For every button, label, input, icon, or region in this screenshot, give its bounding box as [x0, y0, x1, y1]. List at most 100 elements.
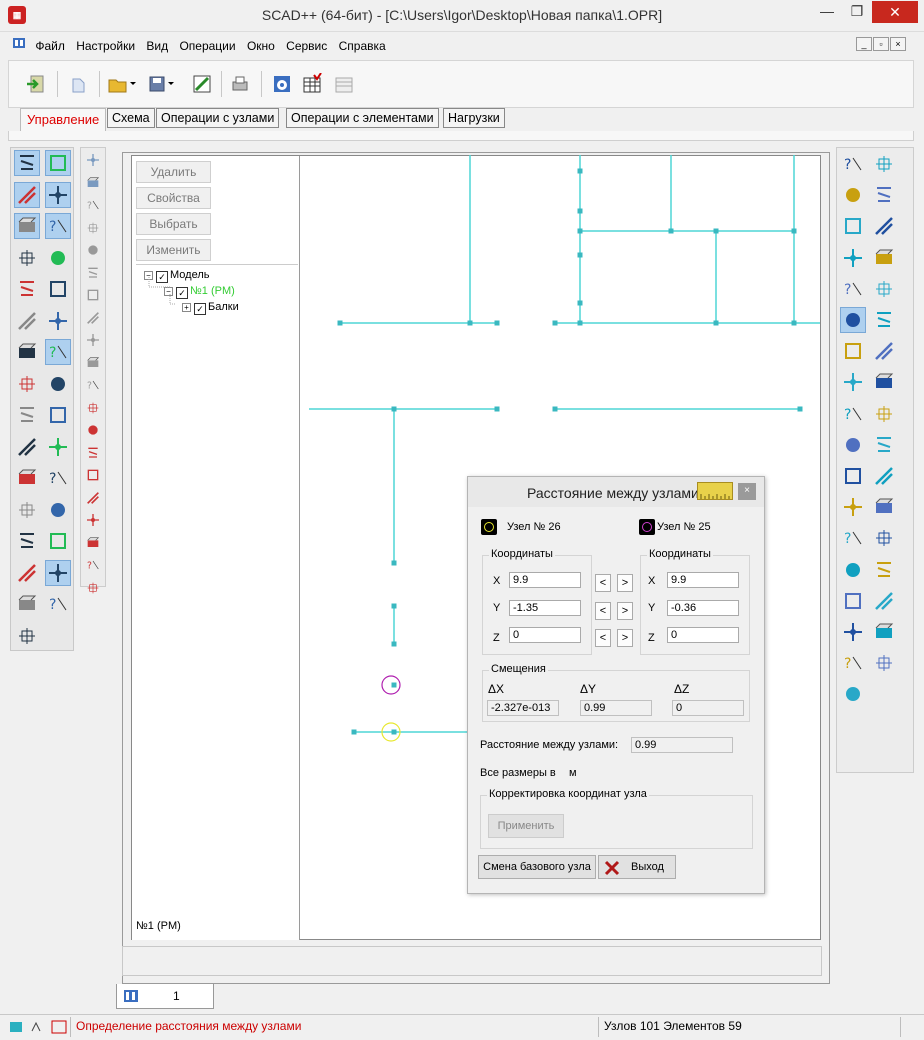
axis2-tool-icon[interactable]	[46, 372, 70, 396]
cube-cyan3-icon[interactable]	[872, 370, 896, 394]
tab-element-operations[interactable]: Операции с элементами	[286, 108, 439, 128]
rotate-z2-icon[interactable]	[872, 214, 896, 238]
node-marker[interactable]	[552, 406, 558, 412]
scissors-icon[interactable]	[872, 402, 896, 426]
joint-icon[interactable]	[85, 512, 101, 528]
printer-icon[interactable]	[841, 495, 865, 519]
copy-z-left-button[interactable]: <	[595, 629, 611, 647]
cube-4-icon[interactable]: ?	[85, 377, 101, 393]
tab-scheme[interactable]: Схема	[107, 108, 155, 128]
node-marker[interactable]	[391, 729, 397, 735]
tab-node-operations[interactable]: Операции с узлами	[156, 108, 280, 128]
node-off-icon[interactable]	[872, 464, 896, 488]
menu-icon[interactable]	[8, 34, 28, 55]
node-marker[interactable]	[577, 168, 583, 174]
node-marker[interactable]	[552, 320, 558, 326]
rotate-x3-icon[interactable]	[841, 246, 865, 270]
modify-button[interactable]: Изменить	[136, 239, 211, 261]
cube-cyan4-icon[interactable]: ?	[841, 402, 865, 426]
rotate-x2-icon[interactable]	[841, 214, 865, 238]
open-folder-icon[interactable]	[107, 73, 136, 95]
menu-window[interactable]: Окно	[243, 37, 279, 55]
node-geom-tool-icon[interactable]	[46, 309, 70, 333]
rotate-y-icon[interactable]	[872, 246, 896, 270]
node-marker[interactable]	[391, 603, 397, 609]
cursor-arrow-icon[interactable]: ?	[85, 197, 101, 213]
search-icon[interactable]	[841, 464, 865, 488]
scale-icon[interactable]: ?	[841, 651, 865, 675]
copy-z-right-button[interactable]: >	[617, 629, 633, 647]
status-icons[interactable]	[8, 1019, 72, 1035]
cube-1-icon[interactable]	[85, 310, 101, 326]
scissors-table-icon[interactable]	[841, 682, 865, 706]
menu-operations[interactable]: Операции	[175, 37, 239, 55]
color-map-tool-icon[interactable]	[15, 624, 39, 648]
node-marker[interactable]	[791, 320, 797, 326]
plane-1-icon[interactable]	[85, 220, 101, 236]
copy-x-left-button[interactable]: <	[595, 574, 611, 592]
dialog-close-button[interactable]: ×	[738, 483, 756, 500]
pointer-gray-icon[interactable]	[85, 152, 101, 168]
measure-tool-icon[interactable]	[45, 559, 71, 586]
copy-y-right-button[interactable]: >	[617, 602, 633, 620]
box-tool-icon[interactable]: ?	[46, 466, 70, 490]
plane-2-icon[interactable]	[85, 242, 101, 258]
menu-settings[interactable]: Настройки	[72, 37, 139, 55]
copy-tool-icon[interactable]	[15, 435, 39, 459]
erase-icon[interactable]	[85, 400, 101, 416]
grid3-tool-icon[interactable]: ?	[46, 592, 70, 616]
brush-tool-icon[interactable]	[15, 529, 39, 553]
node-marker[interactable]	[797, 406, 803, 412]
node2-z-field[interactable]: 0	[667, 627, 739, 643]
node-marker[interactable]	[494, 320, 500, 326]
frame-tool-icon[interactable]	[45, 181, 71, 208]
table-check-icon[interactable]	[301, 72, 323, 95]
grid-blue-icon[interactable]	[841, 589, 865, 613]
node1-z-field[interactable]: 0	[509, 627, 581, 643]
tab-loads[interactable]: Нагрузки	[443, 108, 505, 128]
node-marker[interactable]	[668, 228, 674, 234]
plate-tool-icon[interactable]	[14, 213, 40, 239]
frame-view-icon[interactable]	[872, 433, 896, 457]
view-grid-icon[interactable]	[841, 433, 865, 457]
shell-tool-icon[interactable]: ?	[45, 213, 71, 239]
tab-control[interactable]: Управление	[20, 108, 107, 132]
node-marker[interactable]	[713, 228, 719, 234]
rotate-z-icon[interactable]	[841, 183, 865, 207]
node-marker[interactable]	[494, 406, 500, 412]
save-icon[interactable]	[147, 73, 174, 95]
node1-x-field[interactable]: 9.9	[509, 572, 581, 588]
disc-icon[interactable]	[872, 526, 896, 550]
menu-file[interactable]: Файл	[31, 37, 69, 55]
new-file-icon[interactable]	[67, 73, 89, 95]
copy-x-right-button[interactable]: >	[617, 574, 633, 592]
exit-button[interactable]: Выход	[598, 855, 676, 879]
table-disabled-icon[interactable]	[333, 73, 355, 95]
mdi-restore-button[interactable]: ▫	[873, 37, 889, 51]
rotate-y2-icon[interactable]: ?	[841, 277, 865, 301]
node-marker[interactable]	[391, 406, 397, 412]
properties-button[interactable]: Свойства	[136, 187, 211, 209]
cube-cyan2-icon[interactable]	[841, 370, 865, 394]
axis-tool-icon[interactable]	[15, 372, 39, 396]
mdi-close-button[interactable]: ×	[890, 37, 906, 51]
grid2-tool-icon[interactable]	[15, 592, 39, 616]
cube-3-icon[interactable]	[85, 355, 101, 371]
view-top-icon[interactable]	[872, 308, 896, 332]
calc-settings-icon[interactable]	[271, 73, 293, 95]
view-front-icon[interactable]	[872, 277, 896, 301]
node-marker[interactable]	[577, 300, 583, 306]
dots-icon[interactable]	[85, 490, 101, 506]
grid-tool-icon[interactable]	[46, 403, 70, 427]
clipboard-icon[interactable]	[85, 175, 101, 191]
node-tool-icon[interactable]	[14, 150, 40, 176]
perspective-icon[interactable]	[872, 152, 896, 176]
node2-x-field[interactable]: 9.9	[667, 572, 739, 588]
table-tool-icon[interactable]	[15, 246, 39, 270]
palette-icon[interactable]: ?	[841, 526, 865, 550]
apply-button[interactable]: Применить	[488, 814, 564, 838]
restore-button[interactable]: ❐	[842, 0, 872, 24]
scissors-red-icon[interactable]	[85, 445, 101, 461]
node-marker[interactable]	[577, 320, 583, 326]
table-grid-icon[interactable]	[85, 580, 101, 596]
